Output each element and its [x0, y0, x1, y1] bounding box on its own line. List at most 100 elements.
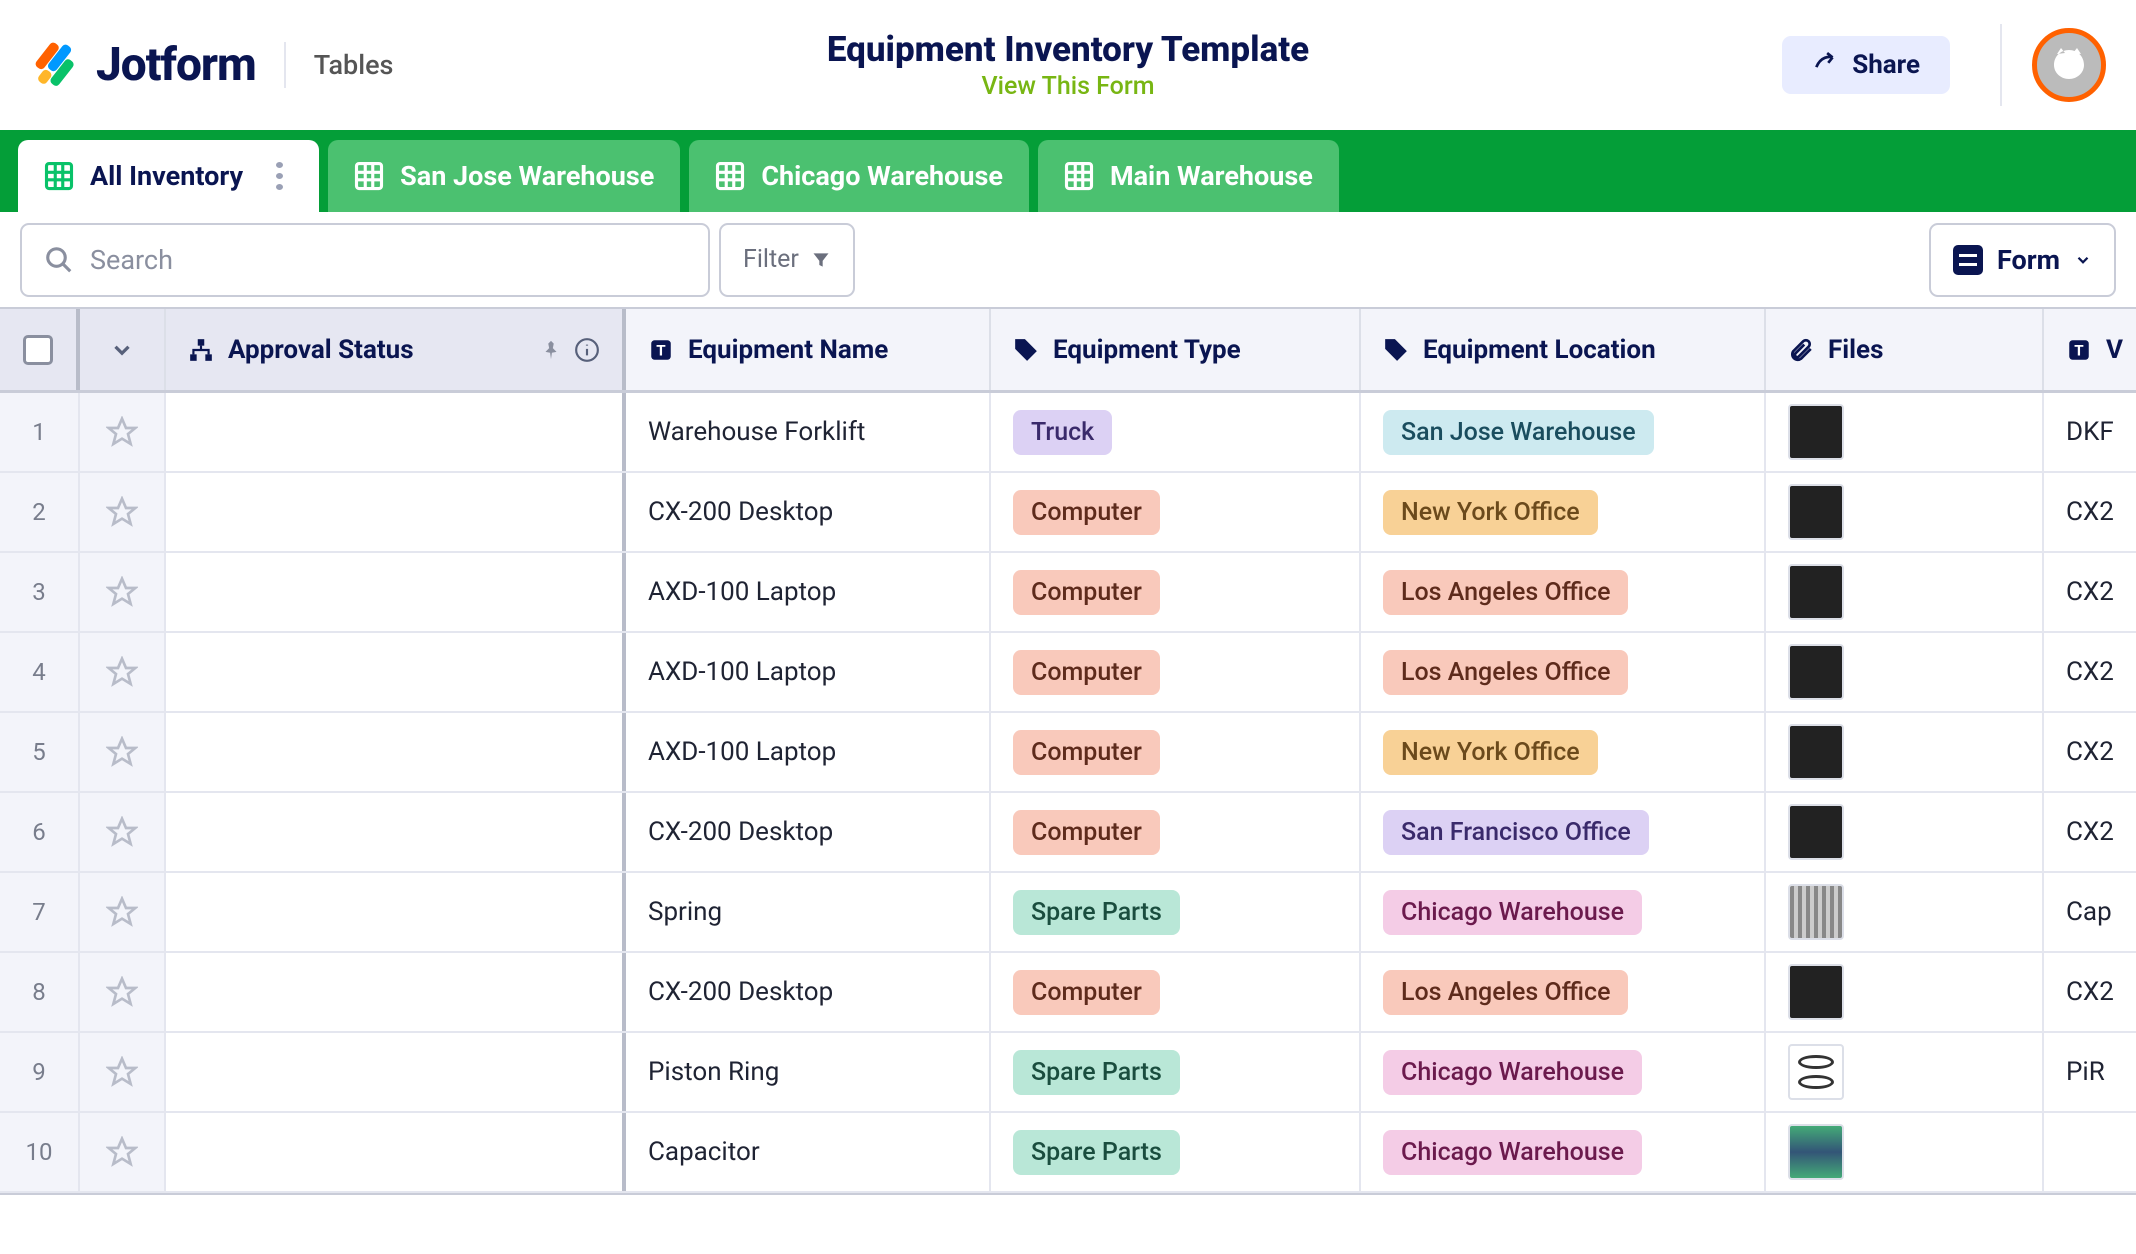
cell-type[interactable]: Truck: [991, 393, 1361, 471]
search-input[interactable]: [90, 244, 686, 276]
cell-vendor[interactable]: PiR: [2044, 1033, 2136, 1111]
row-star[interactable]: [80, 1113, 166, 1191]
cell-location[interactable]: San Francisco Office: [1361, 793, 1766, 871]
row-star[interactable]: [80, 873, 166, 951]
file-thumbnail[interactable]: [1788, 724, 1844, 780]
tab-main[interactable]: Main Warehouse: [1038, 140, 1339, 212]
file-thumbnail[interactable]: [1788, 1044, 1844, 1100]
tab-more-icon[interactable]: [265, 162, 293, 190]
share-button[interactable]: Share: [1782, 36, 1950, 94]
cell-name[interactable]: AXD-100 Laptop: [626, 553, 991, 631]
cell-files[interactable]: [1766, 633, 2044, 711]
cell-type[interactable]: Computer: [991, 633, 1361, 711]
cell-vendor[interactable]: [2044, 1113, 2136, 1191]
row-star[interactable]: [80, 953, 166, 1031]
cell-vendor[interactable]: CX2: [2044, 473, 2136, 551]
file-thumbnail[interactable]: [1788, 804, 1844, 860]
table-row[interactable]: 8CX-200 DesktopComputerLos Angeles Offic…: [0, 953, 2136, 1033]
file-thumbnail[interactable]: [1788, 964, 1844, 1020]
cell-type[interactable]: Spare Parts: [991, 1113, 1361, 1191]
table-row[interactable]: 10CapacitorSpare PartsChicago Warehouse: [0, 1113, 2136, 1193]
file-thumbnail[interactable]: [1788, 1124, 1844, 1180]
file-thumbnail[interactable]: [1788, 644, 1844, 700]
th-vendor[interactable]: T V: [2044, 309, 2136, 390]
breadcrumb[interactable]: Tables: [314, 49, 394, 81]
table-row[interactable]: 5AXD-100 LaptopComputerNew York OfficeCX…: [0, 713, 2136, 793]
th-approval[interactable]: Approval Status: [166, 309, 626, 390]
th-expand[interactable]: [80, 309, 166, 390]
cell-type[interactable]: Computer: [991, 473, 1361, 551]
row-star[interactable]: [80, 1033, 166, 1111]
cell-files[interactable]: [1766, 553, 2044, 631]
cell-name[interactable]: CX-200 Desktop: [626, 793, 991, 871]
avatar[interactable]: [2032, 28, 2106, 102]
th-files[interactable]: Files: [1766, 309, 2044, 390]
row-star[interactable]: [80, 473, 166, 551]
cell-name[interactable]: CX-200 Desktop: [626, 473, 991, 551]
cell-location[interactable]: Los Angeles Office: [1361, 633, 1766, 711]
file-thumbnail[interactable]: [1788, 564, 1844, 620]
cell-name[interactable]: Spring: [626, 873, 991, 951]
cell-location[interactable]: New York Office: [1361, 713, 1766, 791]
cell-files[interactable]: [1766, 1033, 2044, 1111]
cell-vendor[interactable]: CX2: [2044, 633, 2136, 711]
cell-approval[interactable]: [166, 713, 626, 791]
cell-approval[interactable]: [166, 873, 626, 951]
tab-san-jose[interactable]: San Jose Warehouse: [328, 140, 680, 212]
tab-chicago[interactable]: Chicago Warehouse: [689, 140, 1029, 212]
cell-approval[interactable]: [166, 393, 626, 471]
cell-files[interactable]: [1766, 713, 2044, 791]
row-star[interactable]: [80, 713, 166, 791]
cell-type[interactable]: Spare Parts: [991, 1033, 1361, 1111]
th-equipment-location[interactable]: Equipment Location: [1361, 309, 1766, 390]
cell-vendor[interactable]: CX2: [2044, 713, 2136, 791]
cell-vendor[interactable]: CX2: [2044, 953, 2136, 1031]
cell-location[interactable]: San Jose Warehouse: [1361, 393, 1766, 471]
cell-vendor[interactable]: CX2: [2044, 553, 2136, 631]
cell-files[interactable]: [1766, 473, 2044, 551]
cell-name[interactable]: AXD-100 Laptop: [626, 633, 991, 711]
cell-vendor[interactable]: DKF: [2044, 393, 2136, 471]
cell-name[interactable]: Capacitor: [626, 1113, 991, 1191]
form-dropdown[interactable]: Form: [1929, 223, 2116, 297]
logo[interactable]: Jotform: [30, 38, 256, 92]
cell-name[interactable]: AXD-100 Laptop: [626, 713, 991, 791]
cell-location[interactable]: Los Angeles Office: [1361, 553, 1766, 631]
cell-files[interactable]: [1766, 953, 2044, 1031]
cell-type[interactable]: Computer: [991, 953, 1361, 1031]
row-star[interactable]: [80, 633, 166, 711]
cell-type[interactable]: Computer: [991, 793, 1361, 871]
table-row[interactable]: 3AXD-100 LaptopComputerLos Angeles Offic…: [0, 553, 2136, 633]
th-equipment-type[interactable]: Equipment Type: [991, 309, 1361, 390]
cell-approval[interactable]: [166, 633, 626, 711]
select-all-checkbox[interactable]: [23, 335, 53, 365]
file-thumbnail[interactable]: [1788, 884, 1844, 940]
cell-vendor[interactable]: Cap: [2044, 873, 2136, 951]
cell-approval[interactable]: [166, 953, 626, 1031]
cell-name[interactable]: Warehouse Forklift: [626, 393, 991, 471]
cell-approval[interactable]: [166, 553, 626, 631]
cell-location[interactable]: Los Angeles Office: [1361, 953, 1766, 1031]
th-checkbox[interactable]: [0, 309, 80, 390]
info-icon[interactable]: [574, 337, 600, 363]
cell-files[interactable]: [1766, 873, 2044, 951]
cell-location[interactable]: Chicago Warehouse: [1361, 873, 1766, 951]
cell-approval[interactable]: [166, 793, 626, 871]
cell-location[interactable]: New York Office: [1361, 473, 1766, 551]
row-star[interactable]: [80, 553, 166, 631]
table-row[interactable]: 7SpringSpare PartsChicago WarehouseCap: [0, 873, 2136, 953]
cell-files[interactable]: [1766, 793, 2044, 871]
table-row[interactable]: 9Piston RingSpare PartsChicago Warehouse…: [0, 1033, 2136, 1113]
table-row[interactable]: 1Warehouse ForkliftTruckSan Jose Warehou…: [0, 393, 2136, 473]
cell-type[interactable]: Computer: [991, 553, 1361, 631]
row-star[interactable]: [80, 793, 166, 871]
table-row[interactable]: 6CX-200 DesktopComputerSan Francisco Off…: [0, 793, 2136, 873]
cell-name[interactable]: Piston Ring: [626, 1033, 991, 1111]
file-thumbnail[interactable]: [1788, 484, 1844, 540]
cell-name[interactable]: CX-200 Desktop: [626, 953, 991, 1031]
th-equipment-name[interactable]: T Equipment Name: [626, 309, 991, 390]
row-star[interactable]: [80, 393, 166, 471]
table-row[interactable]: 2CX-200 DesktopComputerNew York OfficeCX…: [0, 473, 2136, 553]
table-row[interactable]: 4AXD-100 LaptopComputerLos Angeles Offic…: [0, 633, 2136, 713]
tab-all-inventory[interactable]: All Inventory: [18, 140, 319, 212]
